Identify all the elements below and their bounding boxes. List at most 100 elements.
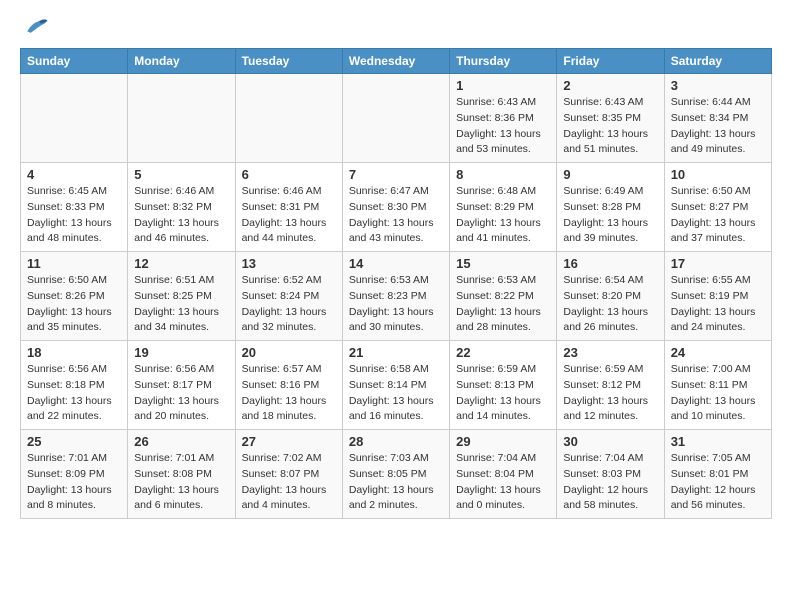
calendar-cell: 29 Sunrise: 7:04 AMSunset: 8:04 PMDaylig… <box>450 430 557 519</box>
calendar-body: 1 Sunrise: 6:43 AMSunset: 8:36 PMDayligh… <box>21 74 772 519</box>
calendar-cell: 6 Sunrise: 6:46 AMSunset: 8:31 PMDayligh… <box>235 163 342 252</box>
cell-info: Sunrise: 6:52 AMSunset: 8:24 PMDaylight:… <box>242 273 336 336</box>
cell-day-number: 30 <box>563 434 657 449</box>
cell-day-number: 5 <box>134 167 228 182</box>
weekday-header-tuesday: Tuesday <box>235 49 342 74</box>
calendar-cell: 30 Sunrise: 7:04 AMSunset: 8:03 PMDaylig… <box>557 430 664 519</box>
calendar-week-3: 11 Sunrise: 6:50 AMSunset: 8:26 PMDaylig… <box>21 252 772 341</box>
cell-info: Sunrise: 6:50 AMSunset: 8:26 PMDaylight:… <box>27 273 121 336</box>
header <box>20 16 772 38</box>
calendar-week-5: 25 Sunrise: 7:01 AMSunset: 8:09 PMDaylig… <box>21 430 772 519</box>
logo-icon <box>20 16 48 38</box>
cell-info: Sunrise: 6:46 AMSunset: 8:31 PMDaylight:… <box>242 184 336 247</box>
cell-info: Sunrise: 6:44 AMSunset: 8:34 PMDaylight:… <box>671 95 765 158</box>
calendar-cell <box>235 74 342 163</box>
cell-info: Sunrise: 7:04 AMSunset: 8:04 PMDaylight:… <box>456 451 550 514</box>
calendar-cell <box>21 74 128 163</box>
weekday-header-wednesday: Wednesday <box>342 49 449 74</box>
calendar-cell: 20 Sunrise: 6:57 AMSunset: 8:16 PMDaylig… <box>235 341 342 430</box>
calendar-cell: 4 Sunrise: 6:45 AMSunset: 8:33 PMDayligh… <box>21 163 128 252</box>
cell-info: Sunrise: 7:02 AMSunset: 8:07 PMDaylight:… <box>242 451 336 514</box>
cell-info: Sunrise: 6:56 AMSunset: 8:17 PMDaylight:… <box>134 362 228 425</box>
calendar-cell: 1 Sunrise: 6:43 AMSunset: 8:36 PMDayligh… <box>450 74 557 163</box>
calendar-cell: 19 Sunrise: 6:56 AMSunset: 8:17 PMDaylig… <box>128 341 235 430</box>
cell-info: Sunrise: 6:46 AMSunset: 8:32 PMDaylight:… <box>134 184 228 247</box>
cell-day-number: 8 <box>456 167 550 182</box>
cell-day-number: 12 <box>134 256 228 271</box>
cell-day-number: 21 <box>349 345 443 360</box>
cell-day-number: 14 <box>349 256 443 271</box>
cell-day-number: 28 <box>349 434 443 449</box>
calendar-cell: 27 Sunrise: 7:02 AMSunset: 8:07 PMDaylig… <box>235 430 342 519</box>
cell-day-number: 7 <box>349 167 443 182</box>
cell-day-number: 27 <box>242 434 336 449</box>
cell-info: Sunrise: 6:54 AMSunset: 8:20 PMDaylight:… <box>563 273 657 336</box>
cell-info: Sunrise: 6:45 AMSunset: 8:33 PMDaylight:… <box>27 184 121 247</box>
cell-info: Sunrise: 6:47 AMSunset: 8:30 PMDaylight:… <box>349 184 443 247</box>
cell-day-number: 31 <box>671 434 765 449</box>
cell-info: Sunrise: 6:53 AMSunset: 8:22 PMDaylight:… <box>456 273 550 336</box>
calendar-cell: 8 Sunrise: 6:48 AMSunset: 8:29 PMDayligh… <box>450 163 557 252</box>
calendar-cell: 12 Sunrise: 6:51 AMSunset: 8:25 PMDaylig… <box>128 252 235 341</box>
calendar-cell: 22 Sunrise: 6:59 AMSunset: 8:13 PMDaylig… <box>450 341 557 430</box>
cell-day-number: 3 <box>671 78 765 93</box>
calendar-cell: 26 Sunrise: 7:01 AMSunset: 8:08 PMDaylig… <box>128 430 235 519</box>
calendar-cell: 21 Sunrise: 6:58 AMSunset: 8:14 PMDaylig… <box>342 341 449 430</box>
cell-day-number: 23 <box>563 345 657 360</box>
cell-day-number: 18 <box>27 345 121 360</box>
calendar-cell: 25 Sunrise: 7:01 AMSunset: 8:09 PMDaylig… <box>21 430 128 519</box>
cell-day-number: 4 <box>27 167 121 182</box>
logo <box>20 16 52 38</box>
cell-info: Sunrise: 7:04 AMSunset: 8:03 PMDaylight:… <box>563 451 657 514</box>
calendar-cell: 5 Sunrise: 6:46 AMSunset: 8:32 PMDayligh… <box>128 163 235 252</box>
cell-day-number: 11 <box>27 256 121 271</box>
calendar-cell: 31 Sunrise: 7:05 AMSunset: 8:01 PMDaylig… <box>664 430 771 519</box>
cell-day-number: 20 <box>242 345 336 360</box>
calendar-week-4: 18 Sunrise: 6:56 AMSunset: 8:18 PMDaylig… <box>21 341 772 430</box>
cell-day-number: 16 <box>563 256 657 271</box>
cell-info: Sunrise: 6:50 AMSunset: 8:27 PMDaylight:… <box>671 184 765 247</box>
calendar-cell: 7 Sunrise: 6:47 AMSunset: 8:30 PMDayligh… <box>342 163 449 252</box>
calendar-cell: 9 Sunrise: 6:49 AMSunset: 8:28 PMDayligh… <box>557 163 664 252</box>
calendar-week-2: 4 Sunrise: 6:45 AMSunset: 8:33 PMDayligh… <box>21 163 772 252</box>
cell-day-number: 26 <box>134 434 228 449</box>
cell-day-number: 10 <box>671 167 765 182</box>
cell-info: Sunrise: 7:00 AMSunset: 8:11 PMDaylight:… <box>671 362 765 425</box>
cell-day-number: 24 <box>671 345 765 360</box>
weekday-header-saturday: Saturday <box>664 49 771 74</box>
cell-info: Sunrise: 6:53 AMSunset: 8:23 PMDaylight:… <box>349 273 443 336</box>
cell-day-number: 2 <box>563 78 657 93</box>
cell-info: Sunrise: 6:43 AMSunset: 8:36 PMDaylight:… <box>456 95 550 158</box>
weekday-header-row: SundayMondayTuesdayWednesdayThursdayFrid… <box>21 49 772 74</box>
calendar-table: SundayMondayTuesdayWednesdayThursdayFrid… <box>20 48 772 519</box>
calendar-cell: 10 Sunrise: 6:50 AMSunset: 8:27 PMDaylig… <box>664 163 771 252</box>
cell-info: Sunrise: 6:59 AMSunset: 8:13 PMDaylight:… <box>456 362 550 425</box>
cell-info: Sunrise: 7:05 AMSunset: 8:01 PMDaylight:… <box>671 451 765 514</box>
cell-info: Sunrise: 6:57 AMSunset: 8:16 PMDaylight:… <box>242 362 336 425</box>
calendar-cell: 13 Sunrise: 6:52 AMSunset: 8:24 PMDaylig… <box>235 252 342 341</box>
calendar-cell: 23 Sunrise: 6:59 AMSunset: 8:12 PMDaylig… <box>557 341 664 430</box>
cell-info: Sunrise: 6:58 AMSunset: 8:14 PMDaylight:… <box>349 362 443 425</box>
cell-day-number: 22 <box>456 345 550 360</box>
calendar-cell: 11 Sunrise: 6:50 AMSunset: 8:26 PMDaylig… <box>21 252 128 341</box>
cell-day-number: 1 <box>456 78 550 93</box>
calendar-cell: 2 Sunrise: 6:43 AMSunset: 8:35 PMDayligh… <box>557 74 664 163</box>
cell-day-number: 19 <box>134 345 228 360</box>
calendar-cell <box>342 74 449 163</box>
cell-info: Sunrise: 6:56 AMSunset: 8:18 PMDaylight:… <box>27 362 121 425</box>
cell-day-number: 17 <box>671 256 765 271</box>
cell-day-number: 15 <box>456 256 550 271</box>
weekday-header-thursday: Thursday <box>450 49 557 74</box>
cell-info: Sunrise: 6:48 AMSunset: 8:29 PMDaylight:… <box>456 184 550 247</box>
cell-info: Sunrise: 7:03 AMSunset: 8:05 PMDaylight:… <box>349 451 443 514</box>
calendar-week-1: 1 Sunrise: 6:43 AMSunset: 8:36 PMDayligh… <box>21 74 772 163</box>
weekday-header-sunday: Sunday <box>21 49 128 74</box>
calendar-cell: 24 Sunrise: 7:00 AMSunset: 8:11 PMDaylig… <box>664 341 771 430</box>
calendar-cell: 18 Sunrise: 6:56 AMSunset: 8:18 PMDaylig… <box>21 341 128 430</box>
cell-day-number: 13 <box>242 256 336 271</box>
cell-day-number: 25 <box>27 434 121 449</box>
calendar-cell: 17 Sunrise: 6:55 AMSunset: 8:19 PMDaylig… <box>664 252 771 341</box>
cell-info: Sunrise: 6:51 AMSunset: 8:25 PMDaylight:… <box>134 273 228 336</box>
cell-info: Sunrise: 7:01 AMSunset: 8:09 PMDaylight:… <box>27 451 121 514</box>
cell-day-number: 9 <box>563 167 657 182</box>
